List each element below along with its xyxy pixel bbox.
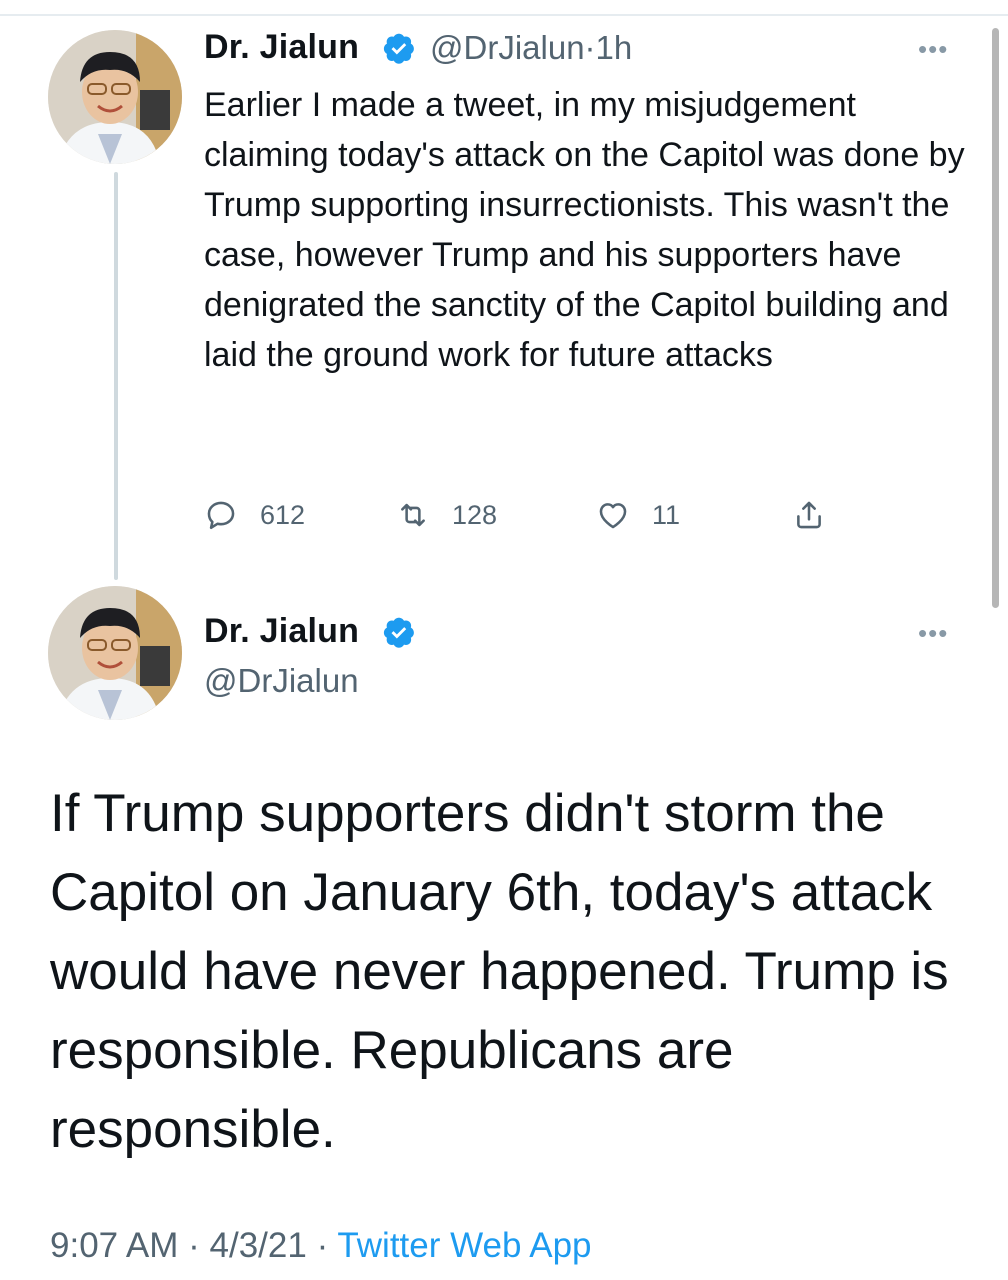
avatar[interactable] <box>48 30 182 164</box>
author-handle-time[interactable]: @DrJialun·1h <box>430 29 632 67</box>
share-button[interactable] <box>792 492 826 538</box>
author-handle[interactable]: @DrJialun <box>430 29 585 66</box>
top-divider <box>0 14 1008 16</box>
tweet-time[interactable]: 9:07 AM <box>50 1226 178 1265</box>
tweet-actions: 612 128 11 <box>204 492 844 542</box>
share-icon <box>797 501 821 529</box>
tweet-time[interactable]: 1h <box>596 29 633 66</box>
time-separator: · <box>584 29 596 66</box>
author-name[interactable]: Dr. Jialun <box>204 612 359 651</box>
reply-icon <box>207 501 235 530</box>
tweet-date[interactable]: 4/3/21 <box>210 1226 307 1265</box>
scrollbar[interactable] <box>992 28 999 608</box>
tweet-text: If Trump supporters didn't storm the Cap… <box>50 784 949 1159</box>
author-handle[interactable]: @DrJialun <box>204 662 359 700</box>
author-name[interactable]: Dr. Jialun <box>204 28 359 67</box>
more-icon[interactable]: ••• <box>918 34 948 65</box>
heart-icon <box>599 503 627 529</box>
like-button[interactable]: 11 <box>596 492 680 538</box>
tweet-meta: 9:07 AM · 4/3/21 · Twitter Web App <box>50 1226 592 1266</box>
meta-separator: · <box>306 1226 338 1265</box>
retweet-button[interactable]: 128 <box>396 492 497 538</box>
verified-badge-icon <box>383 33 414 64</box>
meta-separator: · <box>178 1226 210 1265</box>
reply-count: 612 <box>260 499 306 530</box>
retweet-count: 128 <box>452 499 498 530</box>
more-icon[interactable]: ••• <box>918 618 948 649</box>
thread-connector-line <box>114 172 118 580</box>
like-count: 11 <box>652 499 681 530</box>
tweet-text: Earlier I made a tweet, in my misjudgeme… <box>204 86 965 374</box>
tweet-source-link[interactable]: Twitter Web App <box>337 1226 591 1265</box>
verified-badge-icon <box>383 617 414 648</box>
retweet-icon <box>401 503 425 527</box>
avatar[interactable] <box>48 586 182 720</box>
reply-button[interactable]: 612 <box>204 492 305 538</box>
